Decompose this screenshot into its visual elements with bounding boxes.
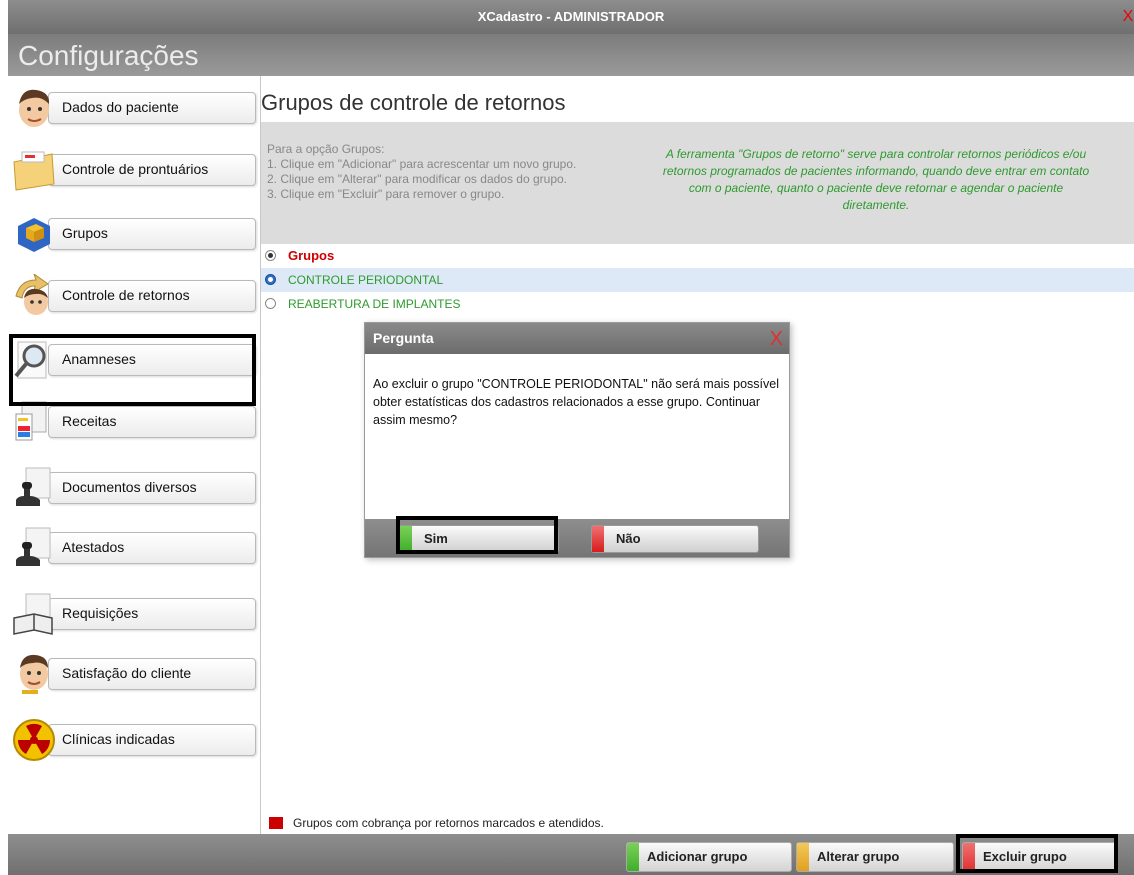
sidebar-item-dados-paciente[interactable]: Dados do paciente xyxy=(8,80,258,136)
groups-header-label: Grupos xyxy=(288,248,335,263)
sidebar-item-controle-prontuarios[interactable]: Controle de prontuários xyxy=(8,142,258,198)
books-icon xyxy=(13,593,53,635)
dialog-message: Ao excluir o grupo "CONTROLE PERIODONTAL… xyxy=(373,377,780,427)
page-title: Configurações xyxy=(18,40,199,71)
radio-icon[interactable] xyxy=(265,250,276,261)
no-button[interactable]: Não xyxy=(591,525,759,553)
dialog-title-bar: Pergunta X xyxy=(365,323,789,354)
green-indicator xyxy=(627,843,639,871)
sidebar-item-label: Receitas xyxy=(62,413,117,429)
blue-cube-icon xyxy=(18,218,50,252)
sidebar-item-label: Grupos xyxy=(62,225,108,241)
sidebar-item-satisfacao-cliente[interactable]: Satisfação do cliente xyxy=(8,646,258,702)
instruction-line: 3. Clique em "Excluir" para remover o gr… xyxy=(267,187,505,201)
sidebar-item-clinicas-indicadas[interactable]: Clínicas indicadas xyxy=(8,712,258,768)
window-title-bar: XCadastro - ADMINISTRADOR X xyxy=(8,0,1134,34)
group-row[interactable]: REABERTURA DE IMPLANTES xyxy=(261,292,1134,316)
sidebar-item-documentos-diversos[interactable]: Documentos diversos xyxy=(8,460,258,516)
yes-button-highlight xyxy=(396,516,558,554)
no-label: Não xyxy=(616,531,641,546)
instruction-line: 2. Clique em "Alterar" para modificar os… xyxy=(267,172,568,186)
return-arrow-face-icon xyxy=(15,274,49,315)
tool-description: A ferramenta "Grupos de retorno" serve p… xyxy=(662,147,1090,212)
dialog-title: Pergunta xyxy=(373,330,434,346)
group-row-selected[interactable]: CONTROLE PERIODONTAL xyxy=(261,268,1134,292)
sidebar-item-label: Atestados xyxy=(62,539,125,555)
sidebar-item-label: Satisfação do cliente xyxy=(62,665,192,681)
legend-text: Grupos com cobrança por retornos marcado… xyxy=(293,816,604,830)
radio-icon[interactable] xyxy=(265,298,276,309)
sidebar-item-label: Requisições xyxy=(62,605,139,621)
prescription-icon xyxy=(15,401,47,441)
main-title: Grupos de controle de retornos xyxy=(261,90,566,115)
delete-button-highlight xyxy=(956,834,1118,873)
info-panel: Para a opção Grupos: 1. Clique em "Adici… xyxy=(261,122,1134,244)
patient-face-icon xyxy=(19,89,50,127)
window-close-icon[interactable]: X xyxy=(1122,0,1134,34)
stamp-certificate-icon xyxy=(16,527,51,566)
groups-header-row[interactable]: Grupos xyxy=(261,244,1134,268)
legend: Grupos com cobrança por retornos marcado… xyxy=(269,816,604,830)
customer-face-icon xyxy=(20,654,48,694)
legend-red-square-icon xyxy=(269,817,283,829)
instruction-line: Para a opção Grupos: xyxy=(267,142,385,156)
radio-selected-icon[interactable] xyxy=(265,274,276,285)
group-name: REABERTURA DE IMPLANTES xyxy=(288,297,461,311)
stamp-document-icon xyxy=(16,467,51,506)
dialog-close-icon[interactable]: X xyxy=(770,324,783,355)
add-group-label: Adicionar grupo xyxy=(647,849,748,864)
sidebar-item-requisicoes[interactable]: Requisições xyxy=(8,586,258,642)
sidebar-item-label: Dados do paciente xyxy=(62,99,179,115)
group-name: CONTROLE PERIODONTAL xyxy=(288,273,444,287)
sidebar-item-label: Clínicas indicadas xyxy=(62,731,175,747)
radiation-icon xyxy=(13,719,55,761)
sidebar-item-label: Controle de prontuários xyxy=(62,161,209,177)
orange-indicator xyxy=(797,843,809,871)
sidebar: Dados do paciente Controle de prontuário… xyxy=(8,76,261,834)
edit-group-label: Alterar grupo xyxy=(817,849,900,864)
sidebar-item-controle-retornos[interactable]: Controle de retornos xyxy=(8,268,258,324)
window-title: XCadastro - ADMINISTRADOR xyxy=(477,9,665,24)
edit-group-button[interactable]: Alterar grupo xyxy=(796,842,954,872)
sidebar-item-grupos[interactable]: Grupos xyxy=(8,206,258,262)
folder-records-icon xyxy=(13,151,55,191)
selected-item-highlight xyxy=(9,334,256,406)
sidebar-item-label: Documentos diversos xyxy=(62,479,197,495)
instructions: Para a opção Grupos: 1. Clique em "Adici… xyxy=(267,142,576,202)
sidebar-item-atestados[interactable]: Atestados xyxy=(8,520,258,576)
instruction-line: 1. Clique em "Adicionar" para acrescenta… xyxy=(267,157,577,171)
sidebar-item-label: Controle de retornos xyxy=(62,287,190,303)
red-indicator xyxy=(592,526,604,552)
add-group-button[interactable]: Adicionar grupo xyxy=(626,842,792,872)
page-header: Configurações xyxy=(8,34,1134,76)
